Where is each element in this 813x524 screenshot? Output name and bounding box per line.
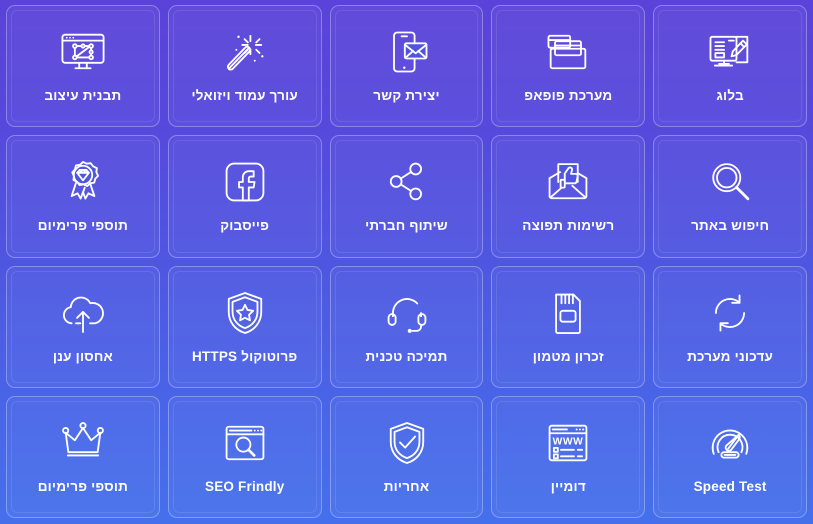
feature-card-speed-test[interactable]: Speed Test: [653, 395, 807, 518]
feature-card-label: בלוג: [716, 88, 744, 104]
feature-card-label: רשימות תפוצה: [522, 218, 615, 234]
feature-card-label: אחריות: [383, 478, 430, 494]
magic-wand-icon: [218, 26, 272, 78]
feature-card-item-20[interactable]: תוספי פרימיום: [6, 395, 160, 518]
feature-card-label: שיתוף חברתי: [365, 218, 448, 234]
feature-card-item-15[interactable]: אחסון ענן: [6, 265, 160, 388]
feature-card-item-1[interactable]: בלוג: [653, 5, 807, 128]
feature-card-item-8[interactable]: שיתוף חברתי: [329, 135, 484, 258]
feature-card-label: תבנית עיצוב: [44, 88, 122, 104]
refresh-circular-arrows-icon: [703, 287, 757, 339]
envelope-thumbs-up-icon: [541, 156, 595, 208]
shield-star-icon: [218, 287, 272, 339]
feature-card-item-18[interactable]: אחריות: [329, 395, 484, 518]
shield-check-icon: [380, 417, 434, 469]
feature-card-item-2[interactable]: מערכת פופאפ: [491, 5, 646, 128]
feature-card-item-10[interactable]: תוספי פרימיום: [6, 135, 160, 258]
svg-text:WWW: WWW: [553, 436, 584, 447]
share-nodes-icon: [380, 156, 434, 208]
feature-card-label: תמיכה טכנית: [365, 348, 448, 364]
feature-card-item-3[interactable]: יצירת קשר: [329, 5, 484, 128]
feature-card-item-7[interactable]: רשימות תפוצה: [491, 135, 646, 258]
feature-card-label: מערכת פופאפ: [524, 88, 613, 104]
headset-support-icon: [380, 287, 434, 339]
feature-grid: בלוג מערכת פופאפ יצירת קשר עורך עמוד ויז…: [0, 0, 813, 524]
crown-icon: [56, 417, 110, 469]
feature-card-item-13[interactable]: תמיכה טכנית: [329, 265, 484, 388]
feature-card-label: יצירת קשר: [373, 88, 440, 104]
feature-card-label: חיפוש באתר: [691, 218, 770, 234]
memory-card-icon: [541, 287, 595, 339]
feature-card-label: עדכוני מערכת: [687, 348, 774, 364]
speedometer-icon: [703, 417, 757, 469]
award-ribbon-diamond-icon: [56, 156, 110, 208]
mobile-envelope-icon: [380, 26, 434, 78]
feature-card-item-17[interactable]: WWW דומיין: [491, 395, 646, 518]
feature-card-label: פייסבוק: [220, 218, 270, 234]
feature-card-label: Speed Test: [693, 478, 767, 494]
feature-card-item-9[interactable]: פייסבוק: [167, 135, 322, 258]
feature-card-label: עורך עמוד ויזואלי: [191, 88, 298, 104]
feature-card-label: זכרון מטמון: [532, 348, 604, 364]
feature-card-item-5[interactable]: תבנית עיצוב: [6, 5, 160, 128]
feature-card-label: SEO Frindly: [204, 478, 285, 494]
feature-card-label: תוספי פרימיום: [37, 478, 129, 494]
feature-card-label: תוספי פרימיום: [37, 218, 129, 234]
feature-card-https[interactable]: פרוטוקול HTTPS: [167, 265, 322, 388]
magnifier-icon: [703, 156, 757, 208]
feature-card-item-6[interactable]: חיפוש באתר: [653, 135, 807, 258]
browser-www-icon: WWW: [541, 417, 595, 469]
feature-card-label: אחסון ענן: [52, 348, 113, 364]
feature-card-item-11[interactable]: עדכוני מערכת: [653, 265, 807, 388]
feature-card-label: דומיין: [550, 478, 586, 494]
browser-search-icon: [218, 417, 272, 469]
cloud-upload-icon: [56, 287, 110, 339]
popup-windows-icon: [541, 26, 595, 78]
design-template-monitor-icon: [56, 26, 110, 78]
feature-card-item-4[interactable]: עורך עמוד ויזואלי: [167, 5, 322, 128]
feature-card-seo-frindly[interactable]: SEO Frindly: [167, 395, 322, 518]
facebook-icon: [218, 156, 272, 208]
feature-card-label: פרוטוקול HTTPS: [191, 348, 298, 364]
feature-card-item-12[interactable]: זכרון מטמון: [491, 265, 646, 388]
blog-monitor-pencil-icon: [703, 26, 757, 78]
